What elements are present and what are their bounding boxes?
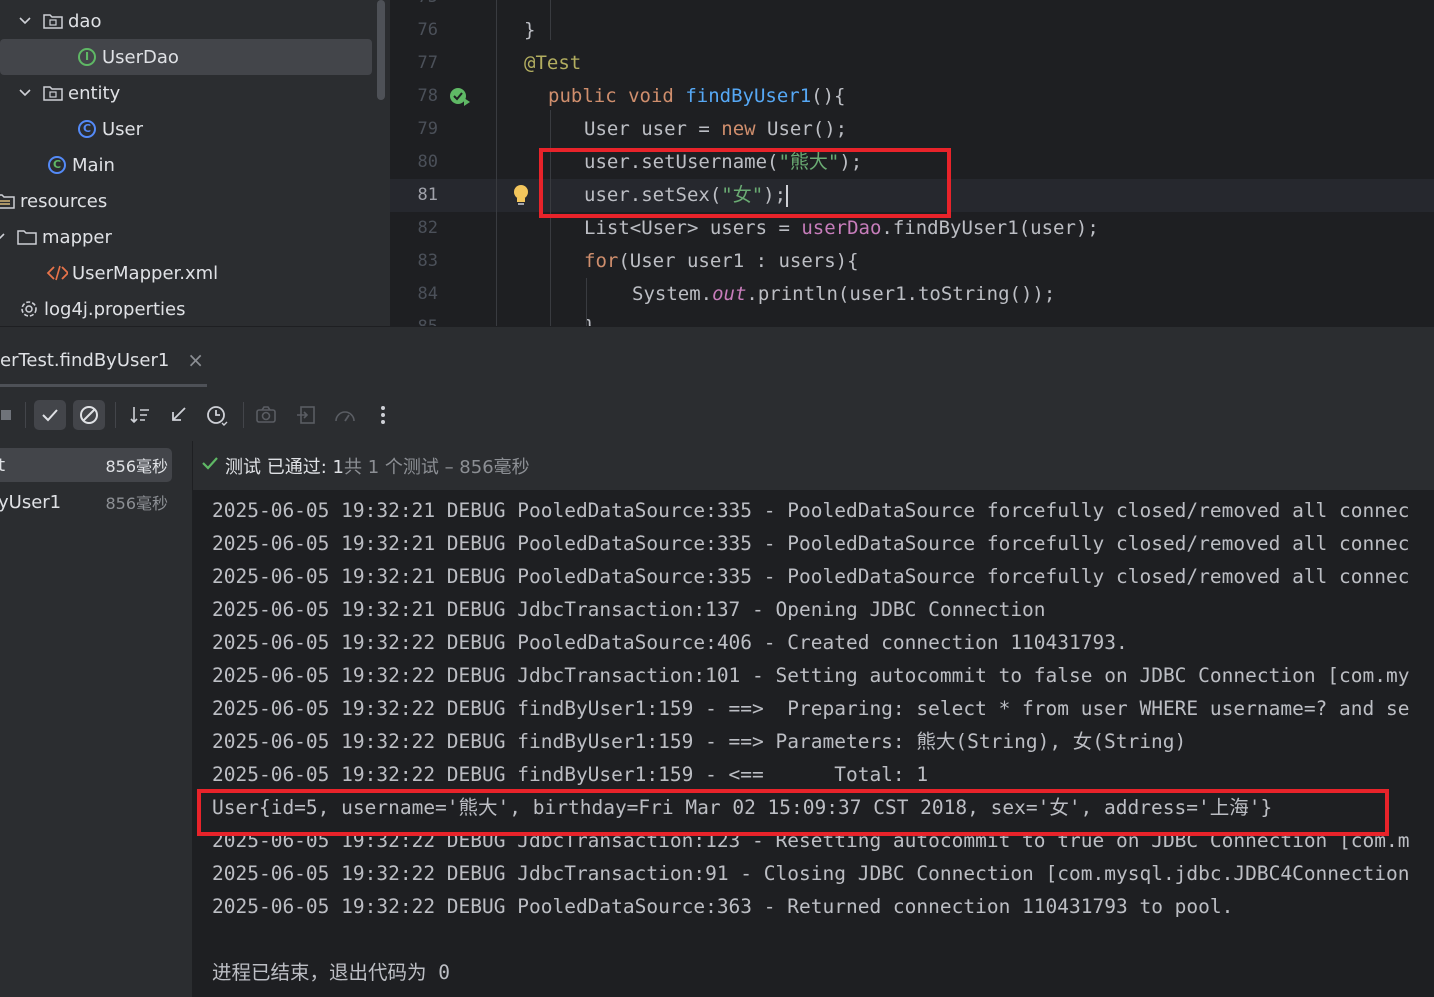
chevron-down-icon[interactable] bbox=[18, 86, 32, 100]
highlight-box-code bbox=[539, 148, 951, 218]
history-icon[interactable] bbox=[201, 400, 233, 430]
console-line: 2025-06-05 19:32:22 DEBUG PooledDataSour… bbox=[212, 895, 1234, 918]
test-row-findbyuser1[interactable]: yUser1 856毫秒 bbox=[0, 485, 172, 519]
class-icon: C bbox=[76, 118, 98, 140]
folder-icon bbox=[16, 226, 38, 248]
indent-guide bbox=[586, 278, 587, 326]
run-tab-bar bbox=[0, 326, 1434, 390]
console-line: 2025-06-05 19:32:22 DEBUG JdbcTransactio… bbox=[212, 664, 1410, 687]
console-line: 2025-06-05 19:32:22 DEBUG JdbcTransactio… bbox=[212, 862, 1410, 885]
test-name: t bbox=[0, 454, 6, 476]
test-status-bar: 测试 已通过: 1 共 1 个测试 – 856毫秒 bbox=[193, 441, 1434, 491]
folder-icon bbox=[42, 82, 64, 104]
run-tab[interactable]: erTest.findByUser1 × bbox=[0, 340, 204, 380]
toolbar-separator bbox=[25, 402, 26, 428]
xml-file-icon bbox=[46, 262, 68, 284]
console-line: 2025-06-05 19:32:21 DEBUG PooledDataSour… bbox=[212, 532, 1410, 555]
coverage-icon[interactable] bbox=[329, 400, 361, 430]
tree-item-label: dao bbox=[68, 10, 102, 32]
tree-item-resources[interactable]: resources bbox=[0, 183, 107, 219]
console-line: 2025-06-05 19:32:22 DEBUG findByUser1:15… bbox=[212, 763, 929, 786]
code-line-78: 78 public void findByUser1(){ bbox=[390, 80, 1434, 113]
folder-icon bbox=[42, 10, 64, 32]
tree-item-label: resources bbox=[20, 190, 108, 212]
tree-item-label: mapper bbox=[42, 226, 112, 248]
tree-item-label: UserDao bbox=[102, 46, 179, 68]
sort-icon[interactable] bbox=[124, 400, 156, 430]
main-class-icon: C bbox=[46, 154, 68, 176]
tree-item-label: UserMapper.xml bbox=[72, 262, 219, 284]
chevron-down-icon[interactable] bbox=[0, 230, 6, 244]
gear-icon bbox=[18, 298, 40, 320]
code-line-84: 84 System.out.println(user1.toString()); bbox=[417, 283, 1056, 305]
code-editor[interactable]: 75 76 } 77 @Test 78 public void findByUs… bbox=[390, 0, 1434, 326]
show-ignored-button[interactable] bbox=[73, 400, 105, 430]
chevron-down-icon[interactable] bbox=[18, 14, 32, 28]
tree-item-label: Main bbox=[72, 154, 115, 176]
gutter-divider bbox=[496, 0, 497, 326]
console-exit-line: 进程已结束，退出代码为 0 bbox=[212, 961, 450, 984]
check-icon bbox=[201, 454, 219, 477]
run-tab-label: erTest.findByUser1 bbox=[0, 349, 170, 371]
tree-item-main[interactable]: C Main bbox=[46, 147, 115, 183]
interface-icon: I bbox=[76, 46, 98, 68]
project-tree: dao I UserDao entity C User C Main resou… bbox=[0, 0, 390, 326]
test-row-root[interactable]: t 856毫秒 bbox=[0, 448, 172, 482]
tree-item-userdao[interactable]: I UserDao bbox=[0, 39, 372, 75]
toolbar-separator bbox=[243, 402, 244, 428]
indent-guide bbox=[550, 0, 551, 40]
tests-summary-text: 共 1 个测试 – 856毫秒 bbox=[343, 456, 530, 478]
toolbar-separator bbox=[115, 402, 116, 428]
test-name: yUser1 bbox=[0, 491, 62, 513]
resources-folder-icon bbox=[0, 190, 16, 212]
console-line: 2025-06-05 19:32:22 DEBUG findByUser1:15… bbox=[212, 730, 1187, 753]
tree-scrollbar[interactable] bbox=[377, 0, 385, 100]
code-line-83: 83 for(User user1 : users){ bbox=[417, 250, 859, 272]
tree-item-usermapper-xml[interactable]: UserMapper.xml bbox=[46, 255, 218, 291]
more-options-icon[interactable] bbox=[367, 400, 399, 430]
run-test-gutter-icon[interactable] bbox=[448, 86, 472, 113]
camera-icon[interactable] bbox=[250, 400, 282, 430]
tree-item-label: entity bbox=[68, 82, 121, 104]
tree-item-log4j-properties[interactable]: log4j.properties bbox=[18, 291, 185, 326]
console-line: 2025-06-05 19:32:21 DEBUG PooledDataSour… bbox=[212, 499, 1410, 522]
code-line-85: 85} bbox=[390, 311, 1434, 326]
console-output[interactable]: 2025-06-05 19:32:21 DEBUG PooledDataSour… bbox=[193, 491, 1434, 997]
tree-item-label: User bbox=[102, 118, 144, 140]
import-tests-icon[interactable] bbox=[162, 400, 194, 430]
tree-item-entity[interactable]: entity bbox=[18, 75, 120, 111]
close-icon[interactable]: × bbox=[187, 348, 204, 372]
code-line-76: 76 } bbox=[417, 19, 536, 41]
stop-button[interactable] bbox=[0, 400, 22, 430]
console-line: 2025-06-05 19:32:22 DEBUG findByUser1:15… bbox=[212, 697, 1410, 720]
test-results-tree: t 856毫秒 yUser1 856毫秒 bbox=[0, 441, 193, 997]
show-passed-button[interactable] bbox=[34, 400, 66, 430]
indent-guide bbox=[550, 110, 551, 326]
tree-item-label: log4j.properties bbox=[44, 298, 186, 320]
code-line-77: 77 @Test bbox=[417, 52, 582, 74]
test-duration: 856毫秒 bbox=[105, 457, 168, 476]
code-line-75: 75 bbox=[390, 0, 1434, 14]
test-duration: 856毫秒 bbox=[105, 494, 168, 513]
console-line: 2025-06-05 19:32:22 DEBUG PooledDataSour… bbox=[212, 631, 1128, 654]
tree-item-user[interactable]: C User bbox=[76, 111, 143, 147]
export-icon[interactable] bbox=[290, 400, 322, 430]
run-tab-underline bbox=[0, 384, 207, 387]
tree-item-mapper[interactable]: mapper bbox=[0, 219, 112, 255]
highlight-box-result bbox=[197, 789, 1389, 836]
tree-item-dao[interactable]: dao bbox=[18, 3, 101, 39]
console-line: 2025-06-05 19:32:21 DEBUG PooledDataSour… bbox=[212, 565, 1410, 588]
console-line: 2025-06-05 19:32:21 DEBUG JdbcTransactio… bbox=[212, 598, 1046, 621]
tests-passed-text: 测试 已通过: 1 bbox=[225, 456, 344, 478]
lightbulb-icon[interactable] bbox=[512, 184, 530, 213]
code-line-79: 79 User user = new User(); bbox=[417, 118, 848, 140]
